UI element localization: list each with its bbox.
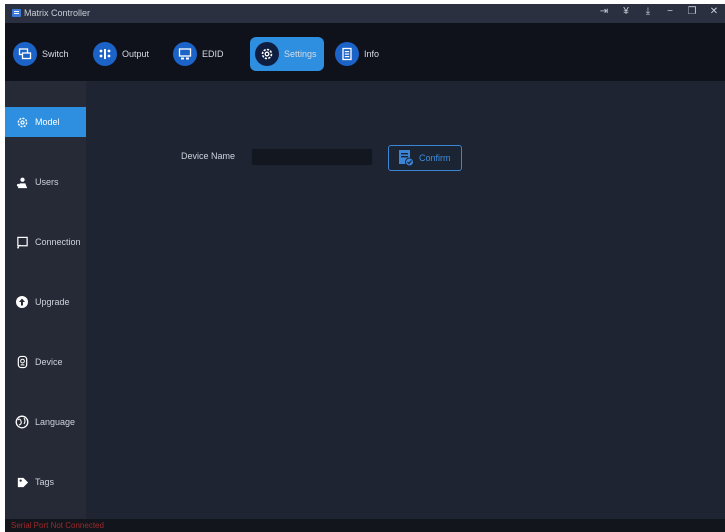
sidebar-item-label: Users <box>35 177 59 187</box>
device-name-label: Device Name <box>181 151 236 161</box>
sidebar-item-label: Model <box>35 117 60 127</box>
app-logo-icon <box>12 9 21 17</box>
app-title: Matrix Controller <box>24 8 91 18</box>
output-icon <box>93 42 117 66</box>
settings-panel: Device Name Confirm <box>86 81 725 519</box>
app-window: Matrix Controller ⇥ ¥ ⤓ − ❐ ✕ Switch Out… <box>5 4 725 532</box>
device-name-input[interactable] <box>251 148 373 166</box>
sidebar-item-connection[interactable]: Connection <box>5 227 86 257</box>
switch-icon <box>13 42 37 66</box>
nav-label: Info <box>364 49 380 59</box>
sidebar-item-language[interactable]: Language <box>5 407 86 437</box>
sidebar-item-label: Tags <box>35 477 55 487</box>
settings-icon <box>255 42 279 66</box>
nav-item-settings[interactable]: Settings <box>250 37 324 71</box>
info-icon <box>335 42 359 66</box>
users-icon <box>14 174 30 190</box>
nav-label: EDID <box>202 49 224 59</box>
edid-icon <box>173 42 197 66</box>
login-icon[interactable]: ⇥ <box>599 6 609 17</box>
title-bar: Matrix Controller ⇥ ¥ ⤓ − ❐ ✕ <box>5 4 725 23</box>
sidebar-item-tags[interactable]: Tags <box>5 467 86 497</box>
tags-icon <box>14 474 30 490</box>
sidebar-item-users[interactable]: Users <box>5 167 86 197</box>
nav-item-info[interactable]: Info <box>335 36 379 72</box>
sidebar-item-label: Connection <box>35 237 81 247</box>
gear-icon <box>14 114 30 130</box>
connection-status-text: Serial Port Not Connected <box>11 521 104 530</box>
restore-icon[interactable]: ❐ <box>687 6 697 17</box>
nav-label: Switch <box>42 49 69 59</box>
confirm-label: Confirm <box>419 153 451 163</box>
nav-item-switch[interactable]: Switch <box>13 36 69 72</box>
sidebar: Model Users Connection Upgrade Device La… <box>5 81 86 519</box>
connection-icon <box>14 234 30 250</box>
status-bar: Serial Port Not Connected <box>5 519 725 532</box>
nav-item-edid[interactable]: EDID <box>173 36 224 72</box>
sidebar-item-device[interactable]: Device <box>5 347 86 377</box>
nav-item-output[interactable]: Output <box>93 36 149 72</box>
download-icon[interactable]: ⤓ <box>643 6 653 17</box>
confirm-icon <box>399 150 414 167</box>
sidebar-item-label: Upgrade <box>35 297 70 307</box>
pin-icon[interactable]: ¥ <box>621 6 631 17</box>
close-icon[interactable]: ✕ <box>709 6 719 17</box>
nav-label: Output <box>122 49 150 59</box>
nav-label: Settings <box>284 49 317 59</box>
minimize-icon[interactable]: − <box>665 6 675 17</box>
upgrade-icon <box>14 294 30 310</box>
sidebar-item-label: Device <box>35 357 63 367</box>
top-navigation: Switch Output EDID Settings Info <box>5 23 725 81</box>
confirm-button[interactable]: Confirm <box>388 145 462 171</box>
sidebar-item-model[interactable]: Model <box>5 107 86 137</box>
sidebar-item-label: Language <box>35 417 76 427</box>
device-icon <box>14 354 30 370</box>
language-icon <box>14 414 30 430</box>
window-controls: ⇥ ¥ ⤓ − ❐ ✕ <box>599 6 719 17</box>
sidebar-item-upgrade[interactable]: Upgrade <box>5 287 86 317</box>
